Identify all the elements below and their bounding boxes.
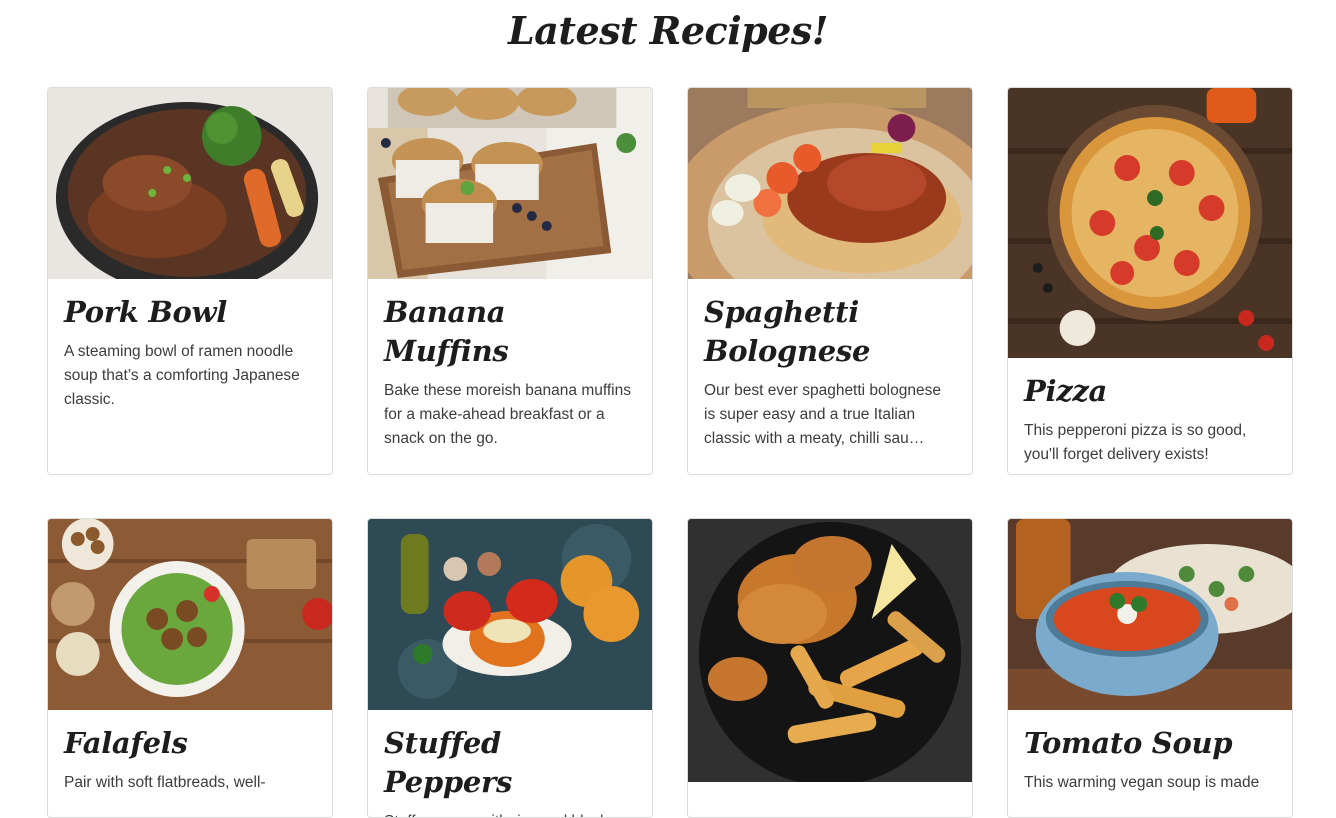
recipe-title[interactable]: Banana Muffins: [384, 293, 636, 371]
recipe-description: Stuff peppers with rice and black: [384, 810, 636, 817]
recipe-description: Our best ever spaghetti bolognese is sup…: [704, 382, 941, 447]
page-title: Latest Recipes!: [508, 8, 828, 53]
recipe-title[interactable]: Tomato Soup: [1024, 724, 1276, 763]
falafels-image[interactable]: [48, 519, 332, 710]
recipe-card[interactable]: Tomato Soup This warming vegan soup is m…: [1007, 518, 1293, 818]
recipe-description: This pepperoni pizza is so good, you'll …: [1024, 422, 1247, 463]
recipe-title[interactable]: Spaghetti Bolognese: [704, 293, 956, 371]
recipe-title[interactable]: Falafels: [64, 724, 316, 763]
pizza-image[interactable]: [1008, 88, 1292, 358]
stuffed-peppers-image[interactable]: [368, 519, 652, 710]
recipe-card[interactable]: Stuffed Peppers Stuff peppers with rice …: [367, 518, 653, 818]
spaghetti-bolognese-image[interactable]: [688, 88, 972, 279]
recipe-card[interactable]: Spaghetti Bolognese Our best ever spaghe…: [687, 87, 973, 475]
recipe-title[interactable]: Stuffed Peppers: [384, 724, 636, 802]
recipe-card[interactable]: [687, 518, 973, 818]
recipe-description: This warming vegan soup is made: [1024, 774, 1260, 791]
banana-muffins-image[interactable]: [368, 88, 652, 279]
fried-chicken-image[interactable]: [688, 519, 972, 782]
recipe-card[interactable]: Pizza This pepperoni pizza is so good, y…: [1007, 87, 1293, 475]
recipe-title[interactable]: Pork Bowl: [64, 293, 316, 332]
recipe-description: Bake these moreish banana muffins for a …: [384, 382, 632, 447]
recipe-card[interactable]: Falafels Pair with soft flatbreads, well…: [47, 518, 333, 818]
recipe-description: Pair with soft flatbreads, well-: [64, 774, 266, 791]
recipe-card[interactable]: Banana Muffins Bake these moreish banana…: [367, 87, 653, 475]
recipe-description: A steaming bowl of ramen noodle soup tha…: [64, 343, 300, 408]
pork-bowl-image[interactable]: [48, 88, 332, 279]
recipe-title[interactable]: Pizza: [1024, 372, 1276, 411]
recipe-card[interactable]: Pork Bowl A steaming bowl of ramen noodl…: [47, 87, 333, 475]
tomato-soup-image[interactable]: [1008, 519, 1292, 710]
